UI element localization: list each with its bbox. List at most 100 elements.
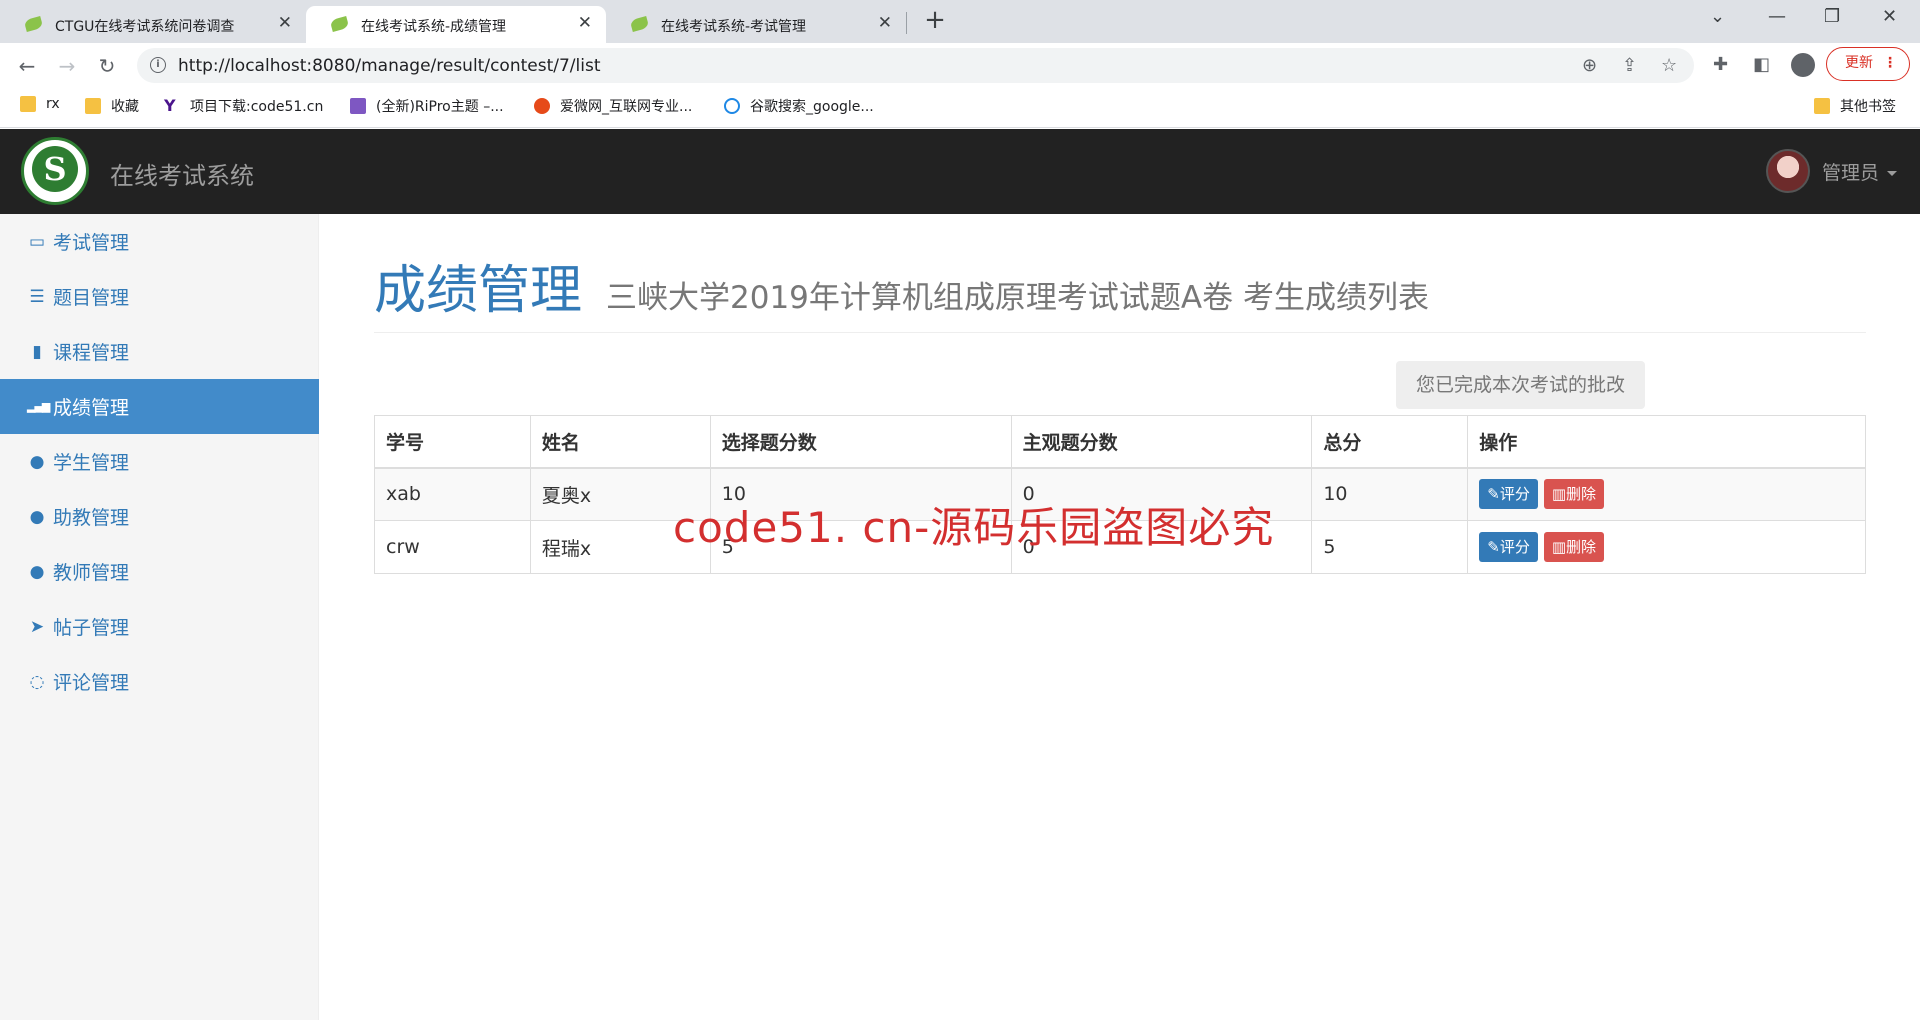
sidebar-item-label: 课程管理: [53, 342, 130, 364]
column-header: 学号: [374, 415, 531, 469]
sidebar-item-students[interactable]: ● 学生管理: [0, 434, 319, 489]
back-icon[interactable]: ←: [13, 52, 41, 80]
browser-tab-2[interactable]: 在线考试系统-成绩管理 ✕: [306, 6, 606, 43]
app-navbar: 在线考试系统 管理员: [0, 129, 1920, 214]
app-brand[interactable]: 在线考试系统: [110, 156, 254, 191]
share-icon[interactable]: ⇪: [1622, 55, 1637, 76]
trash-icon: ▥: [1551, 538, 1567, 556]
row-actions: ✎评分 ▥删除: [1467, 520, 1866, 574]
folder-icon: [85, 98, 101, 114]
total-score: 5: [1311, 520, 1469, 574]
sidebar-item-courses[interactable]: ▮ 课程管理: [0, 324, 319, 379]
spring-leaf-icon: [23, 16, 44, 32]
menu-dots-icon: ⋮: [1883, 55, 1897, 71]
folder-icon: [20, 96, 36, 112]
page-title: 成绩管理: [374, 261, 583, 321]
browser-toolbar: ← → ↻ i http://localhost:8080/manage/res…: [0, 43, 1920, 88]
sidebar-item-posts[interactable]: ➤ 帖子管理: [0, 599, 319, 654]
row-actions: ✎评分 ▥删除: [1467, 467, 1866, 521]
bookmark-item[interactable]: 谷歌搜索_google...: [724, 96, 874, 116]
other-bookmarks-label: 其他书签: [1840, 99, 1896, 115]
sidebar-item-exam[interactable]: ▭ 考试管理: [0, 214, 319, 269]
bookmarks-bar: rx 收藏 Y 项目下载:code51.cn (全新)RiPro主题 –... …: [0, 88, 1920, 128]
page-header: 成绩管理 三峡大学2019年计算机组成原理考试试题A卷 考生成绩列表: [374, 248, 1429, 323]
window-close-icon[interactable]: ✕: [1882, 6, 1897, 27]
site-info-icon[interactable]: i: [150, 57, 166, 73]
list-icon: ☰: [29, 286, 45, 307]
student-id: xab: [374, 467, 531, 521]
sidebar-item-label: 助教管理: [53, 507, 130, 529]
close-icon[interactable]: ✕: [278, 13, 292, 33]
sidebar-item-label: 帖子管理: [53, 617, 130, 639]
edit-icon: ✎: [1487, 538, 1500, 556]
sidebar-item-assistants[interactable]: ● 助教管理: [0, 489, 319, 544]
y-logo-icon: Y: [164, 96, 176, 115]
bookmark-item[interactable]: 收藏: [85, 96, 139, 116]
update-label: 更新: [1845, 55, 1873, 71]
bookmark-label: 爱微网_互联网专业...: [560, 99, 693, 115]
user-icon: ●: [29, 561, 45, 582]
grading-complete-notice: 您已完成本次考试的批改: [1396, 361, 1645, 409]
sidebar-item-comments[interactable]: ◌ 评论管理: [0, 654, 319, 709]
side-panel-icon[interactable]: ◧: [1753, 54, 1770, 75]
bookmark-label: 谷歌搜索_google...: [750, 99, 874, 115]
bookmark-label: (全新)RiPro主题 –...: [376, 99, 504, 115]
column-header: 选择题分数: [709, 415, 1012, 469]
close-icon[interactable]: ✕: [878, 13, 892, 33]
delete-button[interactable]: ▥删除: [1543, 479, 1605, 510]
browser-tab-3[interactable]: 在线考试系统-考试管理 ✕: [606, 6, 906, 43]
tab-title: 在线考试系统-成绩管理: [361, 19, 507, 35]
spring-leaf-icon: [329, 16, 350, 32]
university-logo[interactable]: [21, 137, 89, 205]
bookmark-label: rx: [46, 96, 60, 112]
sidebar-item-label: 成绩管理: [53, 397, 130, 419]
column-header: 总分: [1311, 415, 1469, 469]
aiwei-icon: [534, 98, 550, 114]
url-text[interactable]: http://localhost:8080/manage/result/cont…: [178, 56, 601, 76]
other-bookmarks[interactable]: 其他书签: [1814, 96, 1896, 116]
tab-title: CTGU在线考试系统问卷调查: [55, 19, 235, 35]
sidebar-item-label: 学生管理: [53, 452, 130, 474]
bookmark-item[interactable]: (全新)RiPro主题 –...: [350, 96, 504, 116]
browser-tab-1[interactable]: CTGU在线考试系统问卷调查 ✕: [0, 6, 306, 43]
sidebar-item-results[interactable]: ▂▄▆ 成绩管理: [0, 379, 319, 434]
spring-leaf-icon: [629, 16, 650, 32]
bookmark-star-icon[interactable]: ☆: [1661, 55, 1677, 76]
sidebar-item-teachers[interactable]: ● 教师管理: [0, 544, 319, 599]
new-tab-button[interactable]: +: [921, 6, 949, 34]
user-avatar[interactable]: [1766, 149, 1810, 193]
close-icon[interactable]: ✕: [578, 13, 592, 33]
update-button[interactable]: 更新 ⋮: [1826, 47, 1910, 81]
table-header-row: 学号 姓名 选择题分数 主观题分数 总分 操作: [374, 415, 1866, 469]
signal-icon: ▂▄▆: [27, 400, 50, 413]
comment-icon: ◌: [29, 671, 45, 692]
360-icon: [724, 98, 740, 114]
user-menu[interactable]: 管理员: [1822, 158, 1898, 185]
ripro-icon: [350, 98, 366, 114]
address-bar[interactable]: i http://localhost:8080/manage/result/co…: [137, 48, 1694, 83]
delete-button[interactable]: ▥删除: [1543, 532, 1605, 562]
folder-icon: [1814, 98, 1830, 114]
minimize-icon[interactable]: —: [1768, 6, 1786, 27]
bookmark-item[interactable]: rx: [20, 96, 60, 112]
sidebar-item-questions[interactable]: ☰ 题目管理: [0, 269, 319, 324]
sidebar-item-label: 评论管理: [53, 672, 130, 694]
page-subtitle: 三峡大学2019年计算机组成原理考试试题A卷 考生成绩列表: [606, 280, 1429, 316]
send-icon: ➤: [29, 616, 45, 637]
desktop-icon: ▭: [28, 231, 46, 252]
column-header: 主观题分数: [1010, 415, 1313, 469]
bookmark-item[interactable]: Y 项目下载:code51.cn: [164, 96, 323, 116]
book-icon: ▮: [32, 341, 42, 362]
tab-search-icon[interactable]: ⌄: [1710, 6, 1725, 27]
reload-icon[interactable]: ↻: [93, 52, 121, 80]
profile-icon[interactable]: [1791, 53, 1815, 77]
forward-icon[interactable]: →: [53, 52, 81, 80]
extensions-icon[interactable]: ✚: [1713, 54, 1728, 75]
grade-button[interactable]: ✎评分: [1479, 532, 1538, 562]
zoom-icon[interactable]: ⊕: [1582, 55, 1597, 76]
grade-button[interactable]: ✎评分: [1479, 479, 1538, 510]
bookmark-item[interactable]: 爱微网_互联网专业...: [534, 96, 692, 116]
restore-icon[interactable]: ❐: [1824, 6, 1840, 27]
total-score: 10: [1311, 467, 1469, 521]
divider: [374, 332, 1866, 333]
